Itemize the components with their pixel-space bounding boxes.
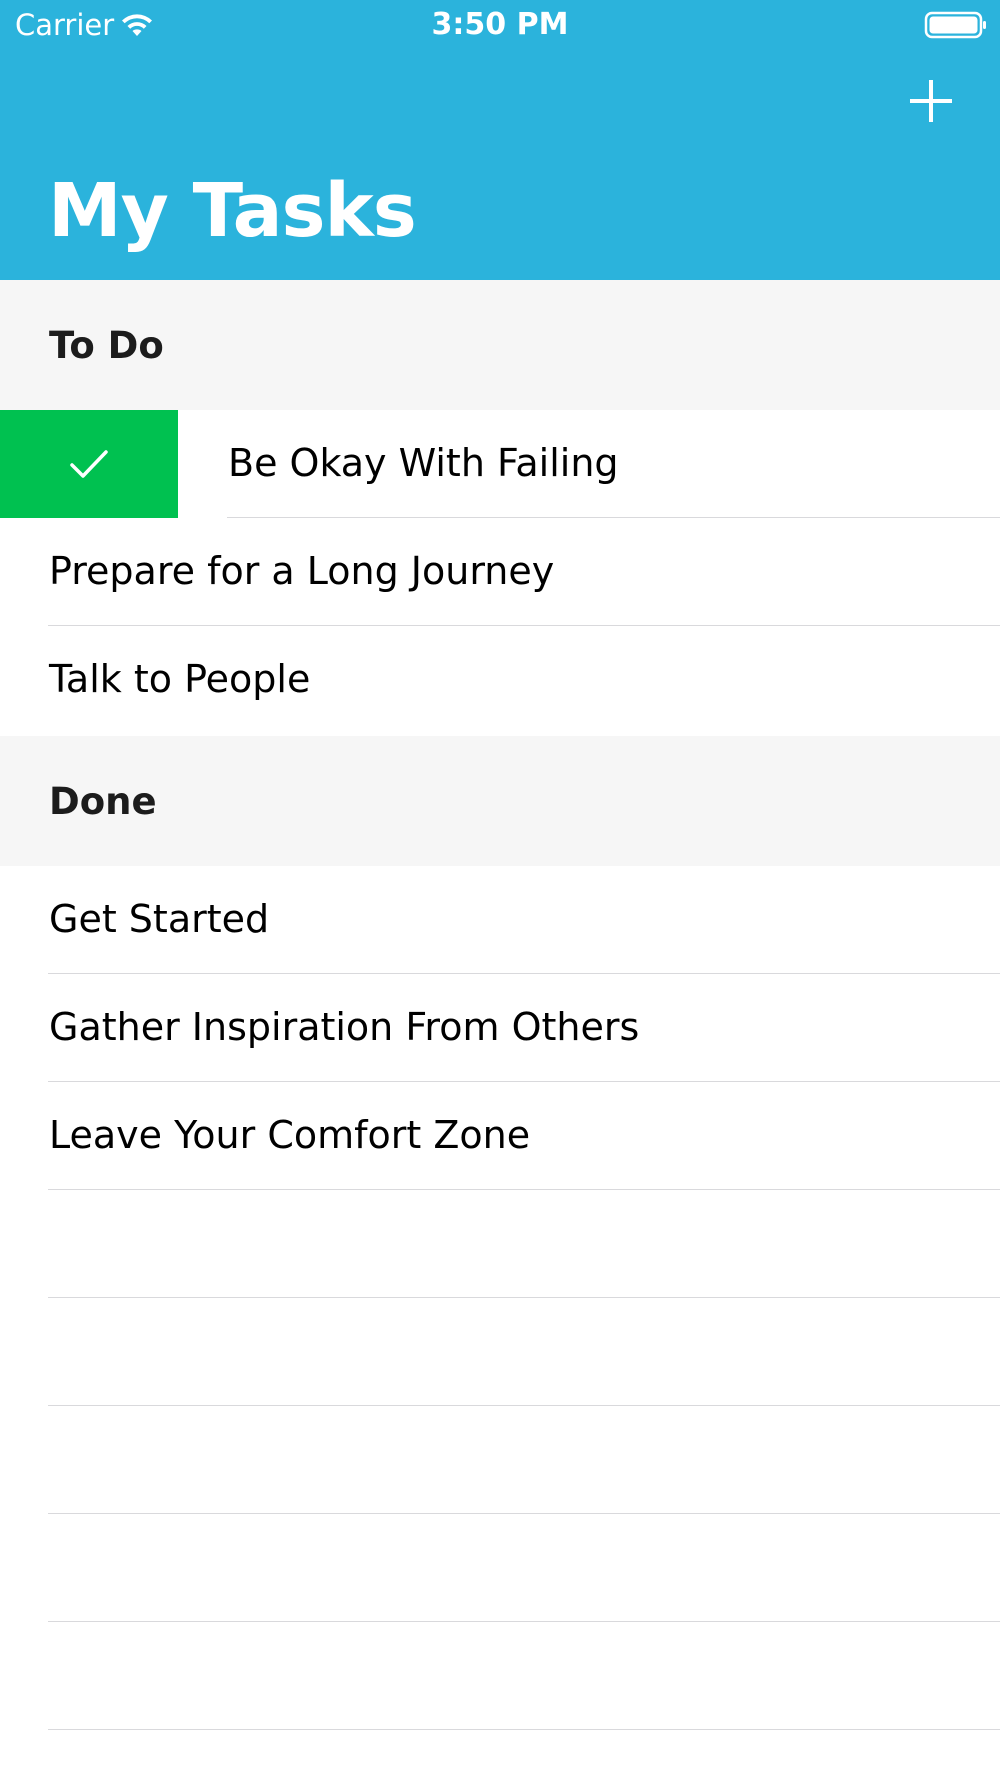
empty-row [0, 1514, 1000, 1622]
task-row-swiped[interactable]: Be Okay With Failing [0, 410, 1000, 518]
task-row[interactable]: Gather Inspiration From Others [0, 974, 1000, 1082]
section-title: To Do [49, 324, 164, 367]
navigation-bar: Carrier 3:50 PM My Tasks [0, 0, 1000, 280]
section-header-to-do: To Do [0, 280, 1000, 410]
task-label: Be Okay With Failing [228, 441, 619, 485]
task-label: Talk to People [49, 657, 311, 701]
task-label: Get Started [49, 897, 270, 941]
section-header-done: Done [0, 736, 1000, 866]
row-separator [48, 1728, 1000, 1730]
task-label: Gather Inspiration From Others [49, 1005, 640, 1049]
task-row[interactable]: Get Started [0, 866, 1000, 974]
task-label: Prepare for a Long Journey [49, 549, 555, 593]
complete-swipe-action[interactable] [0, 410, 178, 518]
status-time: 3:50 PM [431, 7, 569, 42]
empty-row [0, 1190, 1000, 1298]
page-title: My Tasks [48, 168, 417, 254]
task-row[interactable]: Leave Your Comfort Zone [0, 1082, 1000, 1190]
empty-row [0, 1406, 1000, 1514]
battery-icon [924, 10, 988, 44]
task-label: Leave Your Comfort Zone [49, 1113, 531, 1157]
task-row[interactable]: Prepare for a Long Journey [0, 518, 1000, 626]
empty-row [0, 1622, 1000, 1730]
add-task-button[interactable] [906, 76, 956, 126]
checkmark-icon [70, 450, 108, 478]
plus-icon [910, 80, 952, 122]
section-title: Done [49, 780, 157, 823]
task-row[interactable]: Talk to People [0, 626, 1000, 734]
empty-row [0, 1298, 1000, 1406]
